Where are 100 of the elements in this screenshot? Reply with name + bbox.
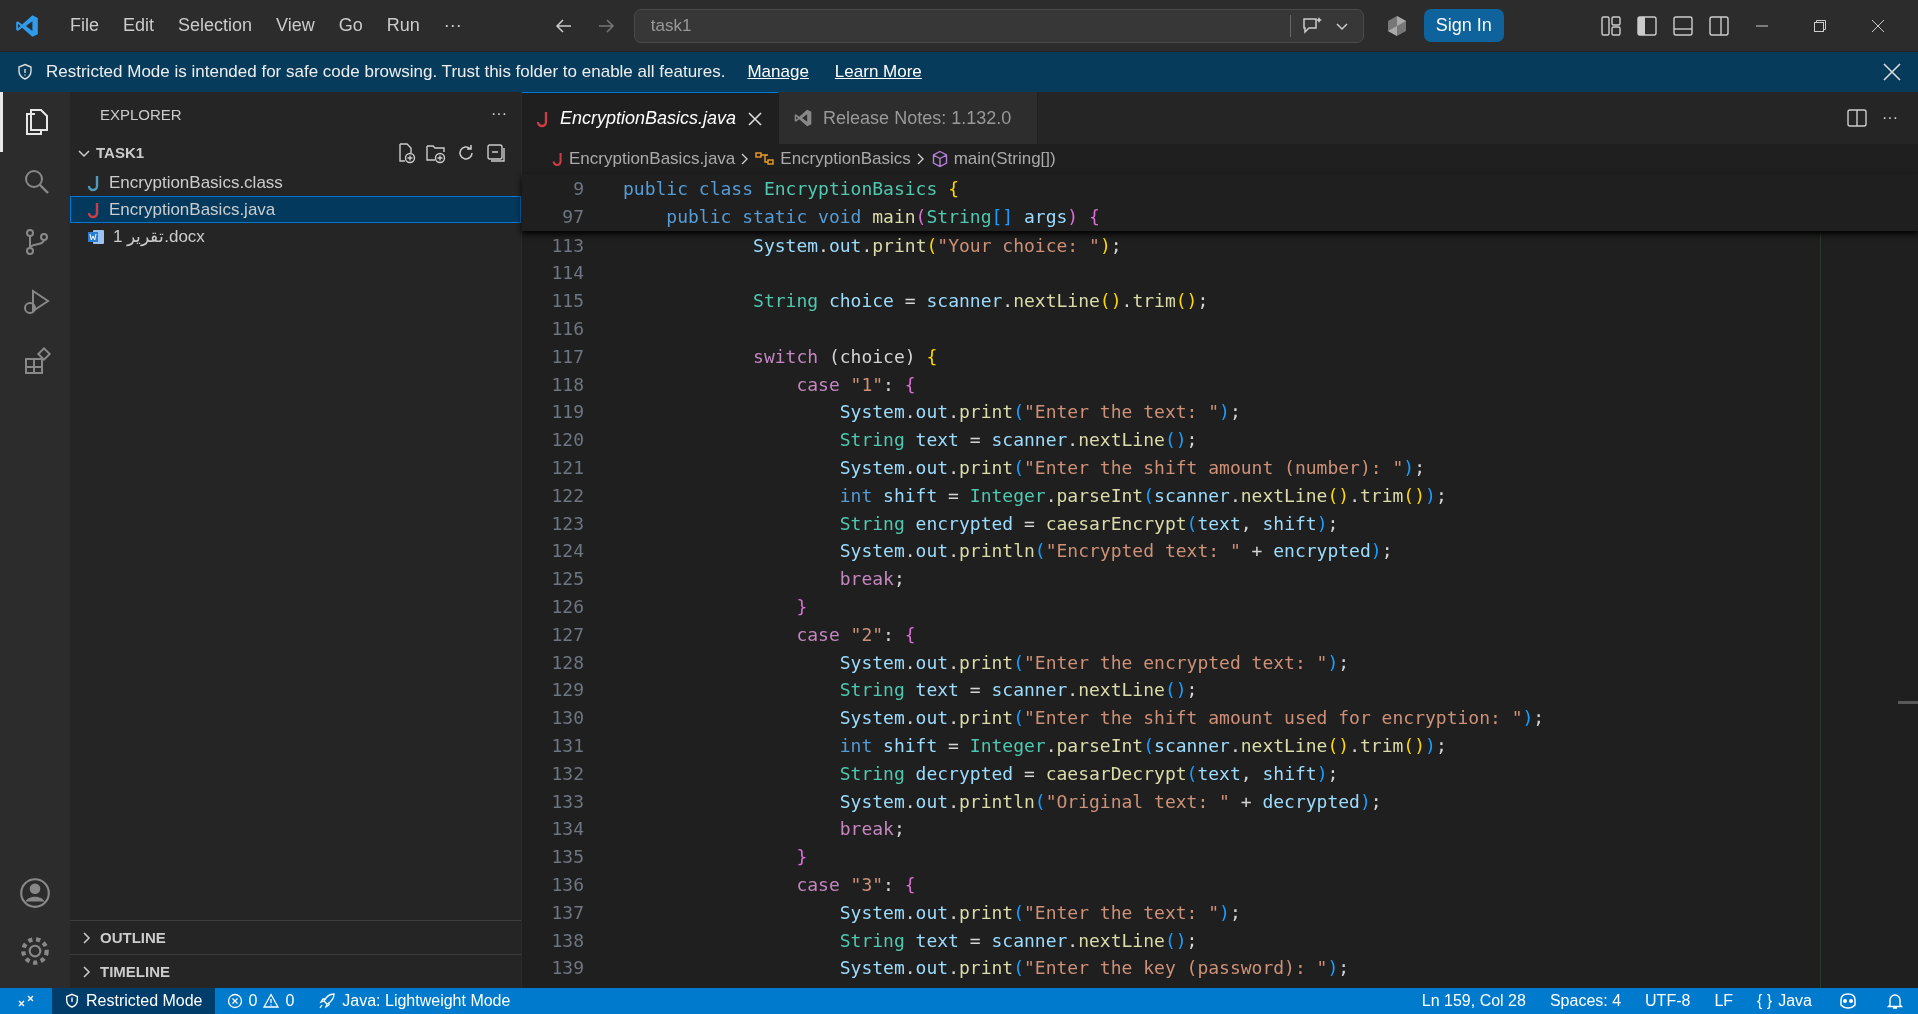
breadcrumb-item[interactable]: main(String[]) [930, 149, 1056, 169]
sidebar-toggle-icon[interactable] [1635, 14, 1658, 37]
line-number: 113 [550, 234, 584, 256]
line-number: 125 [550, 568, 584, 590]
tree-row[interactable]: EncryptionBasics.class [70, 169, 521, 196]
app-logo-icon [14, 12, 40, 39]
code-line: String choice = scanner.nextLine().trim(); [752, 290, 1209, 312]
code-line: String text = scanner.nextLine(); [838, 929, 1198, 951]
line-number: 123 [550, 512, 584, 534]
line-number: 126 [550, 595, 584, 617]
menu-item[interactable]: File [58, 15, 111, 36]
layout-grid-icon[interactable] [1599, 14, 1622, 37]
command-center-field[interactable]: task1 [633, 8, 1364, 43]
tree-row[interactable]: تقرير 1.docx [70, 223, 521, 250]
restore-icon[interactable] [1812, 17, 1828, 34]
breadcrumb-item[interactable]: EncryptionBasics.java [552, 149, 736, 169]
app-logo-icon [793, 108, 814, 128]
more-actions-button[interactable]: ··· [1882, 109, 1898, 127]
code-line: public class EncryptionBasics { [623, 177, 959, 199]
line-number: 139 [550, 957, 584, 979]
problems-status[interactable]: 0 0 [214, 988, 307, 1014]
more-actions-button[interactable]: ··· [491, 105, 507, 123]
line-number: 9 [572, 177, 584, 199]
code-line: } [795, 846, 808, 868]
line-number: 134 [550, 818, 584, 840]
copilot-icon[interactable] [1838, 992, 1858, 1010]
code-line: System.out.print("Enter the shift amount used for encryption: "); [838, 707, 1545, 729]
code-line: switch (choice) { [752, 345, 938, 367]
editor-tab[interactable]: EncryptionBasics.java [522, 92, 780, 144]
code-line: } [795, 595, 808, 617]
rocket-icon [318, 992, 337, 1010]
editor-tab[interactable]: Release Notes: 1.132.0 [779, 92, 1039, 144]
code-line: System.out.print("Your choice: "); [752, 234, 1122, 256]
cube-icon [930, 150, 949, 168]
letter-j-icon [87, 200, 101, 219]
settings-icon[interactable] [18, 934, 52, 968]
split-editor-icon[interactable] [1846, 107, 1868, 129]
restricted-mode-status[interactable]: Restricted Mode [52, 988, 215, 1014]
code-line: String decrypted = caesarDecrypt(text, shift); [838, 762, 1339, 784]
sidebar-title: EXPLORER [100, 105, 183, 123]
banner-link[interactable]: Manage [747, 62, 809, 82]
menu-item[interactable]: View [264, 15, 327, 36]
shield-icon [16, 63, 34, 81]
status-item[interactable]: Ln 159, Col 28 [1409, 988, 1538, 1014]
collapse-all-icon[interactable] [485, 141, 507, 164]
code-line: System.out.print("Enter the text: "); [838, 901, 1241, 923]
java-status[interactable]: Java: Lightweight Mode [306, 988, 523, 1014]
line-number: 119 [550, 401, 584, 423]
folder-name[interactable]: TASK1 [96, 144, 391, 161]
status-item[interactable]: LF [1702, 988, 1746, 1014]
line-number: 132 [550, 762, 584, 784]
line-number: 122 [550, 484, 584, 506]
notification-bell-icon[interactable] [1886, 992, 1904, 1010]
sidebar-section-header[interactable]: OUTLINE [70, 920, 521, 954]
line-number: 131 [550, 734, 584, 756]
sign-in-button[interactable]: Sign In [1423, 9, 1504, 42]
menu-item[interactable]: ··· [431, 15, 474, 36]
status-item[interactable]: UTF-8 [1633, 988, 1703, 1014]
banner-link[interactable]: Learn More [834, 62, 922, 82]
line-number: 133 [550, 790, 584, 812]
code-line: System.out.println("Encrypted text: " + encrypted); [838, 540, 1393, 562]
line-number: 130 [550, 707, 584, 729]
close-icon[interactable] [746, 109, 765, 128]
code-line: case "2": { [795, 623, 916, 645]
scrollbar-marker [1898, 701, 1918, 705]
code-line: public static void main(String[] args) { [665, 206, 1100, 228]
line-number: 127 [550, 623, 584, 645]
menu-item[interactable]: Run [374, 15, 432, 36]
word-document-icon [87, 228, 105, 245]
language-mode-status[interactable]: { } Java [1745, 988, 1824, 1014]
status-item[interactable]: Spaces: 4 [1537, 988, 1634, 1014]
warning-icon [263, 993, 280, 1009]
line-number: 116 [550, 317, 584, 339]
letter-j-icon [536, 109, 550, 128]
line-number: 114 [550, 262, 584, 284]
banner-message: Restricted Mode is intended for safe code browsing. Trust this folder to enable all features. [46, 62, 726, 82]
breadcrumb-item[interactable]: EncryptionBasics [755, 149, 911, 169]
line-number: 129 [550, 679, 584, 701]
line-number: 117 [550, 345, 584, 367]
line-number: 118 [550, 373, 584, 395]
line-number: 136 [550, 873, 584, 895]
cube-icon[interactable] [1385, 14, 1408, 37]
close-icon[interactable] [1882, 62, 1902, 82]
error-icon [226, 993, 243, 1009]
class-symbol-icon [755, 151, 776, 167]
shield-icon [64, 993, 80, 1009]
code-line: int shift = Integer.parseInt(scanner.nextLine().trim()); [838, 734, 1447, 756]
code-line: String text = scanner.nextLine(); [838, 429, 1198, 451]
tree-row[interactable]: EncryptionBasics.java [70, 196, 521, 223]
menu-item[interactable]: Edit [111, 15, 167, 36]
close-icon[interactable] [1870, 17, 1886, 34]
secondary-sidebar-icon[interactable] [1707, 14, 1730, 37]
menu-item[interactable]: Selection [166, 15, 265, 36]
letter-j-icon [552, 151, 564, 167]
account-icon[interactable] [18, 876, 52, 910]
code-line: String encrypted = caesarEncrypt(text, shift); [838, 512, 1339, 534]
menu-item[interactable]: Go [326, 15, 375, 36]
line-number: 128 [550, 651, 584, 673]
panel-toggle-icon[interactable] [1671, 14, 1694, 37]
code-line: break; [838, 818, 905, 840]
